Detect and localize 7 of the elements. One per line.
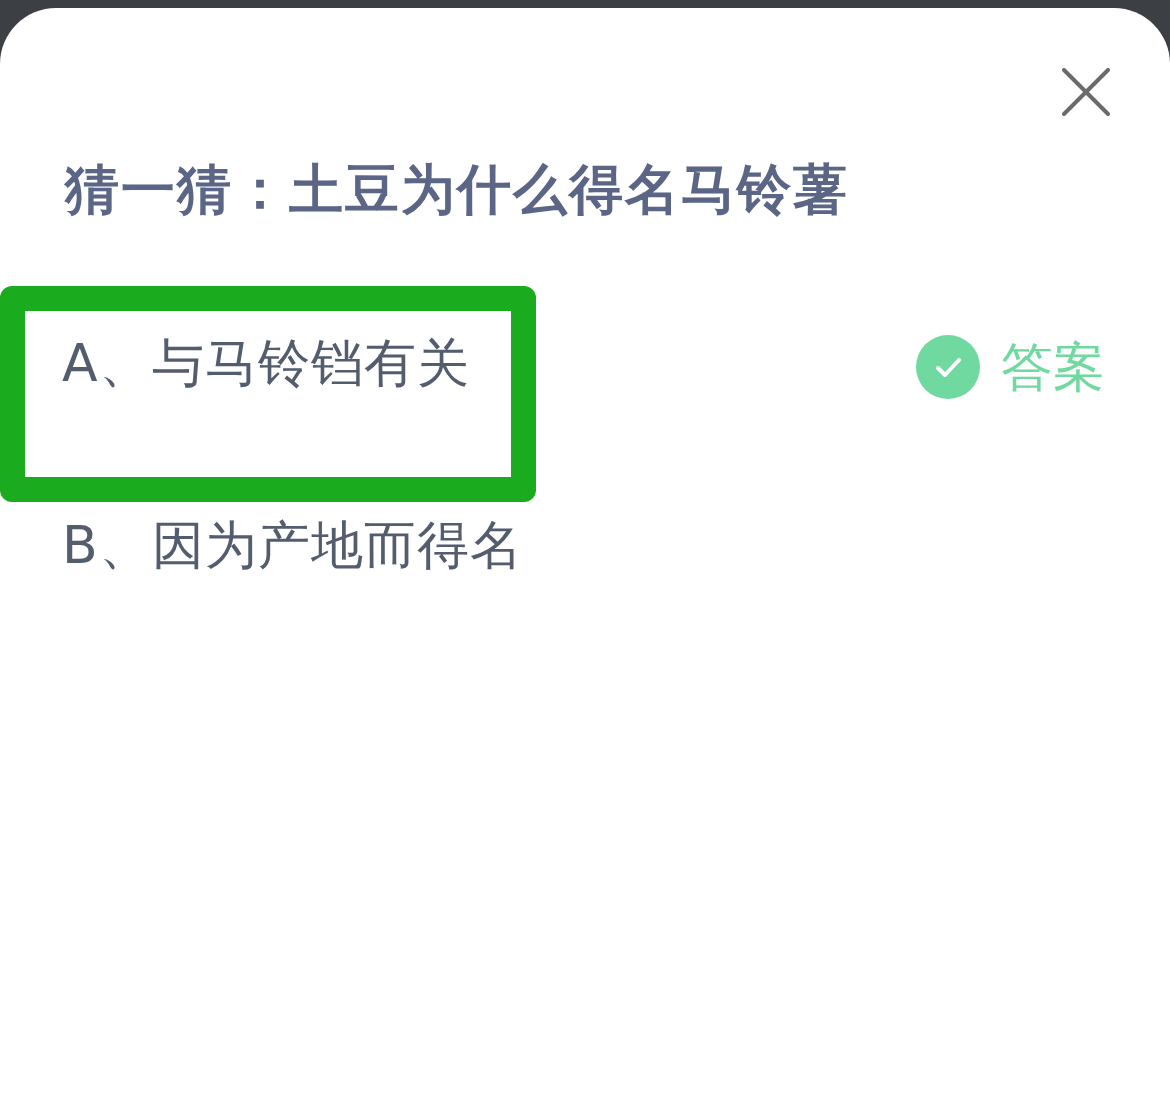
close-button[interactable] (1060, 66, 1112, 118)
close-icon (1062, 68, 1110, 116)
option-text: B、因为产地而得名 (62, 514, 523, 576)
option-text: A、与马铃铛有关 (62, 333, 470, 393)
answer-label: 答案 (1001, 336, 1105, 398)
check-circle-icon (916, 335, 980, 399)
question-title: 猜一猜：土豆为什么得名马铃薯 (63, 157, 850, 222)
